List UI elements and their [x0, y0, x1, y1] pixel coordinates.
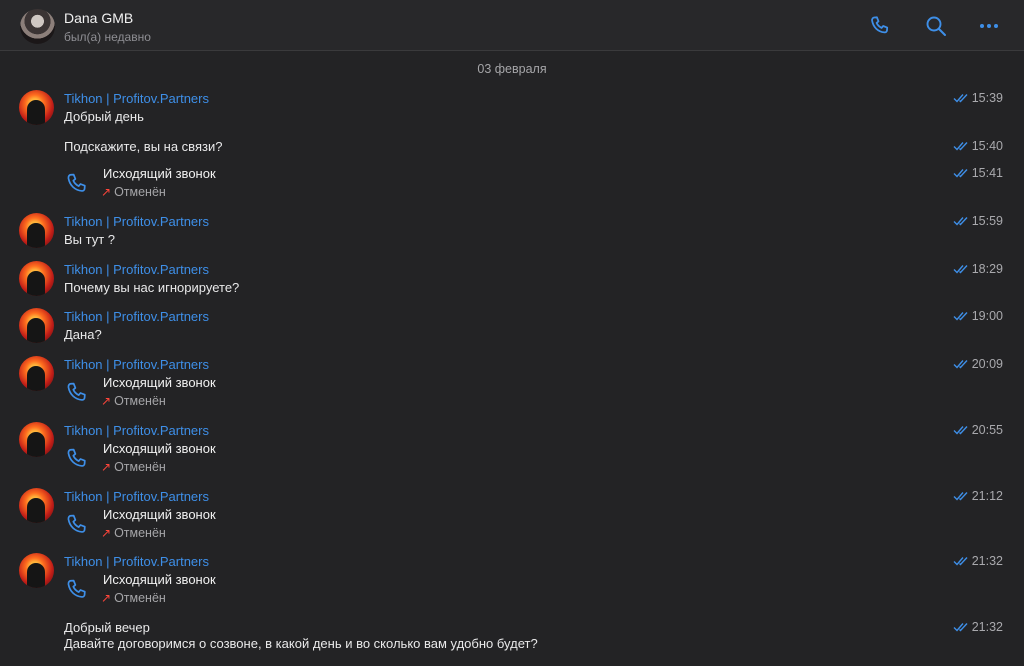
call-title: Исходящий звонок: [103, 441, 216, 456]
phone-icon[interactable]: [868, 14, 892, 38]
search-icon[interactable]: [924, 14, 948, 38]
call-phone-icon[interactable]: [64, 171, 90, 197]
call-status: ↗ Отменён: [101, 460, 166, 474]
message-time: 15:41: [953, 166, 1003, 180]
sender-name[interactable]: Tikhon | Profitov.Partners: [64, 554, 209, 569]
sender-name[interactable]: Tikhon | Profitov.Partners: [64, 309, 209, 324]
contact-status: был(а) недавно: [64, 30, 151, 44]
message-text: Вы тут ?: [64, 232, 116, 247]
sender-name[interactable]: Tikhon | Profitov.Partners: [64, 423, 209, 438]
message-text: Дана?: [64, 327, 102, 342]
outgoing-arrow-icon: ↗: [101, 394, 112, 408]
call-phone-icon[interactable]: [64, 512, 90, 538]
double-check-icon: [953, 142, 968, 151]
call-status: ↗ Отменён: [101, 526, 166, 540]
chat-header: Dana GMB был(а) недавно: [0, 0, 1024, 51]
sender-name[interactable]: Tikhon | Profitov.Partners: [64, 91, 209, 106]
message-text: Подскажите, вы на связи?: [64, 139, 223, 154]
more-icon[interactable]: [977, 14, 1001, 38]
message-time: 20:55: [953, 423, 1003, 437]
double-check-icon: [953, 94, 968, 103]
call-title: Исходящий звонок: [103, 166, 216, 181]
call-status: ↗ Отменён: [101, 185, 166, 199]
double-check-icon: [953, 265, 968, 274]
sender-name[interactable]: Tikhon | Profitov.Partners: [64, 357, 209, 372]
sender-avatar[interactable]: [19, 553, 54, 588]
call-phone-icon[interactable]: [64, 446, 90, 472]
outgoing-arrow-icon: ↗: [101, 460, 112, 474]
sender-avatar[interactable]: [19, 90, 54, 125]
message-time: 21:12: [953, 489, 1003, 503]
message-time: 19:00: [953, 309, 1003, 323]
message-text: Давайте договоримся о созвоне, в какой д…: [64, 636, 538, 651]
sender-name[interactable]: Tikhon | Profitov.Partners: [64, 214, 209, 229]
double-check-icon: [953, 557, 968, 566]
double-check-icon: [953, 623, 968, 632]
call-title: Исходящий звонок: [103, 375, 216, 390]
call-status: ↗ Отменён: [101, 591, 166, 605]
contact-avatar[interactable]: [20, 9, 55, 44]
double-check-icon: [953, 426, 968, 435]
sender-avatar[interactable]: [19, 213, 54, 248]
call-title: Исходящий звонок: [103, 572, 216, 587]
message-time: 21:32: [953, 620, 1003, 634]
contact-name[interactable]: Dana GMB: [64, 10, 133, 26]
message-text: Почему вы нас игнорируете?: [64, 280, 240, 295]
double-check-icon: [953, 312, 968, 321]
call-phone-icon[interactable]: [64, 380, 90, 406]
message-text: Добрый день: [64, 109, 144, 124]
call-status: ↗ Отменён: [101, 394, 166, 408]
double-check-icon: [953, 217, 968, 226]
double-check-icon: [953, 492, 968, 501]
call-phone-icon[interactable]: [64, 577, 90, 603]
sender-name[interactable]: Tikhon | Profitov.Partners: [64, 489, 209, 504]
date-separator: 03 февраля: [477, 62, 547, 76]
sender-avatar[interactable]: [19, 488, 54, 523]
double-check-icon: [953, 360, 968, 369]
outgoing-arrow-icon: ↗: [101, 185, 112, 199]
sender-avatar[interactable]: [19, 356, 54, 391]
double-check-icon: [953, 169, 968, 178]
message-time: 18:29: [953, 262, 1003, 276]
message-time: 15:59: [953, 214, 1003, 228]
sender-avatar[interactable]: [19, 308, 54, 343]
sender-avatar[interactable]: [19, 261, 54, 296]
sender-avatar[interactable]: [19, 422, 54, 457]
outgoing-arrow-icon: ↗: [101, 526, 112, 540]
outgoing-arrow-icon: ↗: [101, 591, 112, 605]
message-time: 15:40: [953, 139, 1003, 153]
sender-name[interactable]: Tikhon | Profitov.Partners: [64, 262, 209, 277]
call-title: Исходящий звонок: [103, 507, 216, 522]
message-time: 15:39: [953, 91, 1003, 105]
message-time: 20:09: [953, 357, 1003, 371]
message-time: 21:32: [953, 554, 1003, 568]
message-text: Добрый вечер: [64, 620, 150, 635]
